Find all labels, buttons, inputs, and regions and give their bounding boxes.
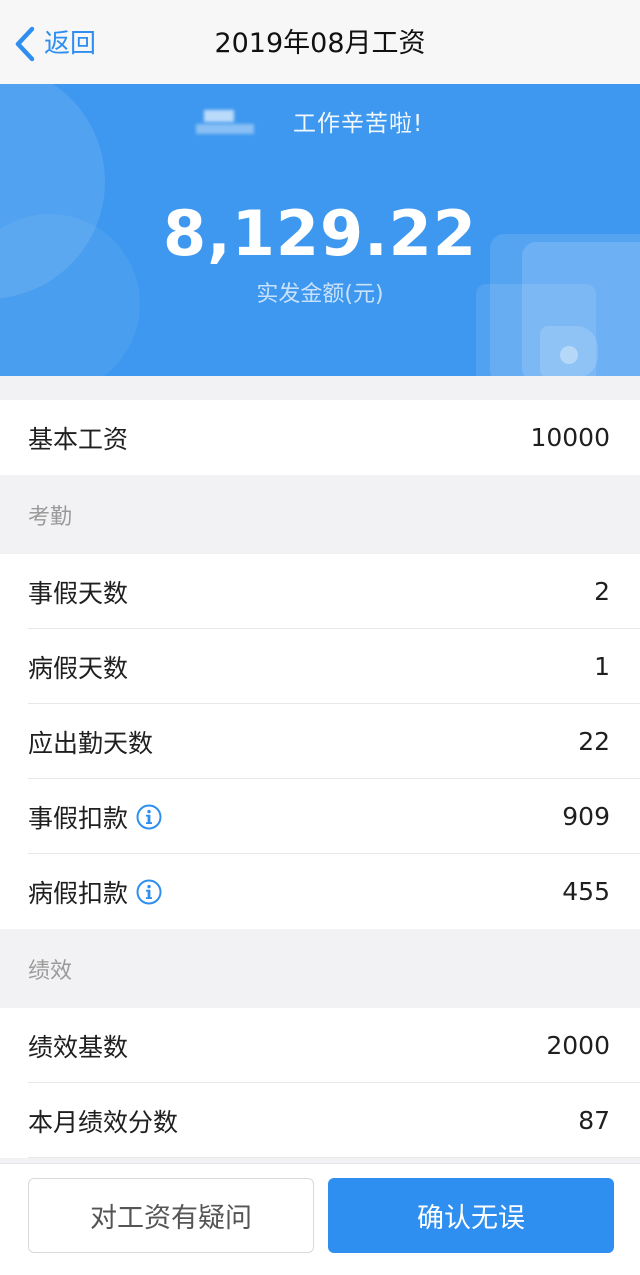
row-value: 2 bbox=[594, 577, 610, 606]
attendance-row-sick-leave-deduction: 病假扣款 455 bbox=[0, 854, 640, 929]
row-value: 455 bbox=[562, 877, 610, 906]
base-salary-row: 基本工资 10000 bbox=[0, 400, 640, 475]
section-header-attendance: 考勤 bbox=[0, 475, 640, 554]
section-header-performance: 绩效 bbox=[0, 929, 640, 1008]
attendance-row-personal-leave-days: 事假天数 2 bbox=[0, 554, 640, 629]
row-value: 10000 bbox=[530, 423, 610, 452]
info-circle-icon[interactable] bbox=[136, 879, 162, 905]
row-label-with-info: 病假扣款 bbox=[28, 874, 162, 910]
row-label-with-info: 事假扣款 bbox=[28, 799, 162, 835]
question-salary-button[interactable]: 对工资有疑问 bbox=[28, 1178, 314, 1253]
row-label: 事假天数 bbox=[28, 578, 129, 608]
row-label: 事假扣款 bbox=[28, 803, 129, 833]
row-label: 本月绩效分数 bbox=[28, 1107, 179, 1137]
row-label: 病假天数 bbox=[28, 653, 129, 683]
performance-row-base: 绩效基数 2000 bbox=[0, 1008, 640, 1083]
salary-detail-list: 基本工资 10000 考勤 事假天数 2 病假天数 1 应出勤天数 22 事假扣… bbox=[0, 376, 640, 1158]
row-label: 应出勤天数 bbox=[28, 728, 154, 758]
attendance-row-personal-leave-deduction: 事假扣款 909 bbox=[0, 779, 640, 854]
salary-hero: 工作辛苦啦! 8,129.22 实发金额(元) bbox=[0, 84, 640, 376]
nav-bar: 返回 2019年08月工资 bbox=[0, 0, 640, 84]
attendance-row-required-days: 应出勤天数 22 bbox=[0, 704, 640, 779]
bottom-action-bar: 对工资有疑问 确认无误 bbox=[0, 1163, 640, 1275]
row-value: 22 bbox=[578, 727, 610, 756]
attendance-row-sick-leave-days: 病假天数 1 bbox=[0, 629, 640, 704]
row-value: 87 bbox=[578, 1106, 610, 1135]
row-value: 2000 bbox=[546, 1031, 610, 1060]
list-spacer bbox=[0, 376, 640, 400]
row-label: 病假扣款 bbox=[28, 878, 129, 908]
net-pay-caption: 实发金额(元) bbox=[256, 282, 384, 307]
info-circle-icon[interactable] bbox=[136, 804, 162, 830]
decorative-dot bbox=[560, 346, 578, 364]
row-value: 1 bbox=[594, 652, 610, 681]
page-title: 2019年08月工资 bbox=[214, 28, 426, 59]
redacted-name bbox=[196, 108, 258, 136]
row-value: 909 bbox=[562, 802, 610, 831]
greeting-text: 工作辛苦啦! bbox=[293, 111, 424, 137]
confirm-salary-button[interactable]: 确认无误 bbox=[328, 1178, 614, 1253]
performance-row-score: 本月绩效分数 87 bbox=[0, 1083, 640, 1158]
row-label: 绩效基数 bbox=[28, 1032, 129, 1062]
row-label: 基本工资 bbox=[28, 424, 129, 454]
net-pay-amount: 8,129.22 bbox=[163, 197, 477, 270]
